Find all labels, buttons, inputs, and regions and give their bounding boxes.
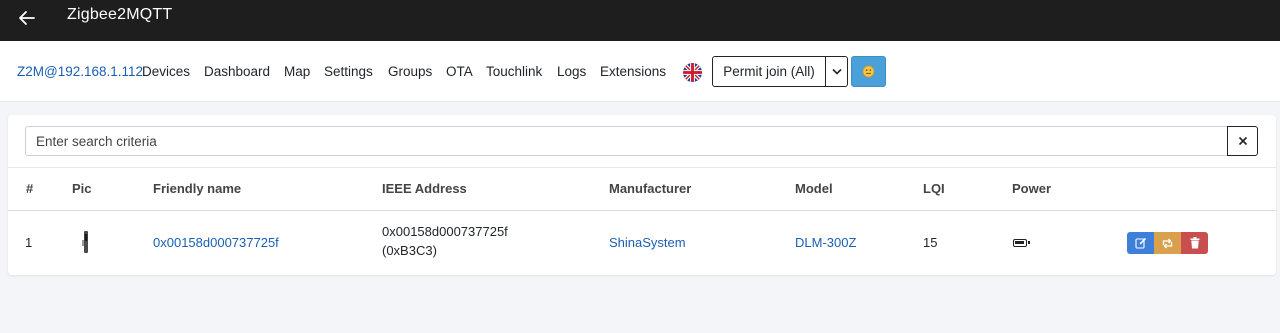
devices-card: # Pic Friendly name IEEE Address Manufac…: [8, 115, 1276, 275]
nav-map[interactable]: Map: [284, 64, 310, 79]
nav-devices[interactable]: Devices: [142, 64, 190, 79]
device-friendly-name-link[interactable]: 0x00158d000737725f: [153, 235, 279, 250]
nav-touchlink[interactable]: Touchlink: [486, 64, 542, 79]
delete-button[interactable]: [1181, 232, 1208, 254]
nav-logs[interactable]: Logs: [557, 64, 586, 79]
trash-icon: [1190, 237, 1199, 249]
edit-icon: [1134, 237, 1146, 249]
column-header-index[interactable]: #: [26, 181, 33, 196]
app-title: Zigbee2MQTT: [67, 6, 173, 23]
column-header-manufacturer[interactable]: Manufacturer: [609, 181, 691, 196]
main-navbar: Z2M@192.168.1.112 Devices Dashboard Map …: [0, 41, 1280, 102]
divider: [8, 210, 1276, 211]
model-link[interactable]: DLM-300Z: [795, 235, 856, 250]
uk-flag-icon[interactable]: [683, 63, 702, 82]
column-header-model[interactable]: Model: [795, 181, 833, 196]
lqi-value: 15: [923, 235, 938, 250]
battery-icon: [1013, 239, 1030, 247]
permit-join-timer-button[interactable]: [851, 56, 886, 87]
nav-dashboard[interactable]: Dashboard: [204, 64, 270, 79]
nav-extensions[interactable]: Extensions: [600, 64, 666, 79]
row-index: 1: [25, 235, 33, 250]
permit-join-dropdown-toggle[interactable]: [826, 56, 848, 87]
column-header-lqi[interactable]: LQI: [923, 181, 945, 196]
network-address-value: (0xB3C3): [382, 243, 437, 258]
nav-settings[interactable]: Settings: [324, 64, 373, 79]
edit-button[interactable]: [1127, 232, 1154, 254]
row-actions: [1127, 232, 1208, 254]
column-header-ieee-address[interactable]: IEEE Address: [382, 181, 467, 196]
column-header-pic[interactable]: Pic: [72, 181, 92, 196]
nav-ota[interactable]: OTA: [446, 64, 473, 79]
device-image: [82, 231, 88, 253]
permit-join-group: Permit join (All): [712, 56, 848, 87]
retweet-icon: [1162, 238, 1173, 248]
search-input[interactable]: [25, 126, 1227, 156]
back-arrow-icon[interactable]: [16, 7, 38, 29]
divider: [8, 167, 1276, 168]
close-icon: [1238, 136, 1247, 146]
permit-join-button[interactable]: Permit join (All): [712, 56, 826, 87]
column-header-friendly-name[interactable]: Friendly name: [153, 181, 241, 196]
nav-brand-link[interactable]: Z2M@192.168.1.112: [17, 64, 143, 79]
ieee-address-value: 0x00158d000737725f: [382, 224, 508, 239]
clear-search-button[interactable]: [1227, 126, 1258, 156]
manufacturer-link[interactable]: ShinaSystem: [609, 235, 686, 250]
column-header-power[interactable]: Power: [1012, 181, 1051, 196]
chevron-down-icon: [831, 68, 842, 75]
nav-groups[interactable]: Groups: [388, 64, 432, 79]
reconfigure-button[interactable]: [1154, 232, 1181, 254]
app-bar: Zigbee2MQTT: [0, 0, 1280, 41]
device-ieee-address: 0x00158d000737725f (0xB3C3): [382, 222, 508, 260]
smiley-icon: [862, 65, 875, 78]
